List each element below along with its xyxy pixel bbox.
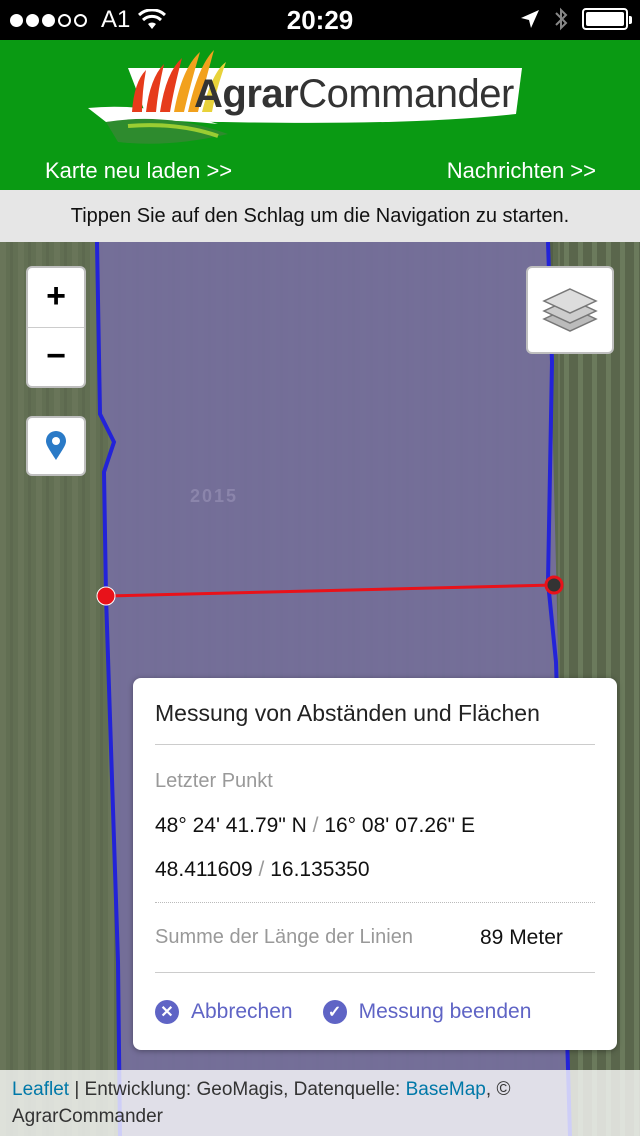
locate-icon [46,431,66,460]
map-attribution: Leaflet | Entwicklung: GeoMagis, Datenqu… [0,1070,640,1136]
dms-coordinates: 48° 24' 41.79" N / 16° 08' 07.26" E [155,814,475,838]
finish-label: Messung beenden [358,1000,532,1023]
layers-icon [542,288,598,332]
basemap-link[interactable]: BaseMap [406,1079,486,1100]
attribution-dev-text: | Entwicklung: GeoMagis, Datenquelle: [69,1079,406,1100]
divider [155,744,595,745]
location-arrow-icon [521,10,539,28]
zoom-in-button[interactable]: + [28,268,84,328]
logo-text-bold: Agrar [194,72,299,116]
dms-longitude: 16° 08' 07.26" E [324,814,475,837]
divider [155,972,595,973]
finish-measurement-button[interactable]: ✓ Messung beenden [322,1000,532,1024]
panel-title: Messung von Abständen und Flächen [155,700,540,726]
attribution-copyright: , © [485,1079,511,1100]
logo-text-light: Commander [298,72,514,116]
status-bar: A1 20:29 [0,0,640,40]
info-bar: Tippen Sie auf den Schlag um die Navigat… [0,190,640,242]
battery-icon [582,8,632,30]
decimal-latitude: 48.411609 [155,858,253,881]
cancel-measurement-button[interactable]: ✕ Abbrechen [155,1000,293,1024]
bluetooth-icon [555,7,568,31]
measurement-panel: Messung von Abständen und Flächen Letzte… [133,678,617,1050]
attribution-owner: AgrarCommander [12,1106,163,1127]
reload-map-link[interactable]: Karte neu laden >> [45,158,232,184]
dms-separator: / [306,814,325,837]
agrar-commander-logo: AgrarCommander [88,42,528,152]
divider [155,902,595,903]
decimal-coordinates: 48.411609 / 16.135350 [155,858,370,882]
field-label: 2015 [190,486,239,506]
locate-button[interactable] [26,416,86,476]
cancel-icon: ✕ [155,1000,179,1024]
last-point-label: Letzter Punkt [155,770,273,792]
dms-latitude: 48° 24' 41.79" N [155,814,307,837]
decimal-longitude: 16.135350 [270,858,370,881]
zoom-out-button[interactable]: − [28,328,84,386]
messages-link[interactable]: Nachrichten >> [447,158,596,184]
line-length-sum-label: Summe der Länge der Linien [155,926,413,948]
cancel-label: Abbrechen [191,1000,293,1023]
line-length-sum-value: 89 Meter [480,926,563,949]
leaflet-link[interactable]: Leaflet [12,1079,69,1100]
zoom-control: + − [26,266,86,388]
app-header: AgrarCommander Karte neu laden >> Nachri… [0,40,640,190]
layers-button[interactable] [526,266,614,354]
decimal-separator: / [252,858,271,881]
check-icon: ✓ [322,1000,347,1024]
